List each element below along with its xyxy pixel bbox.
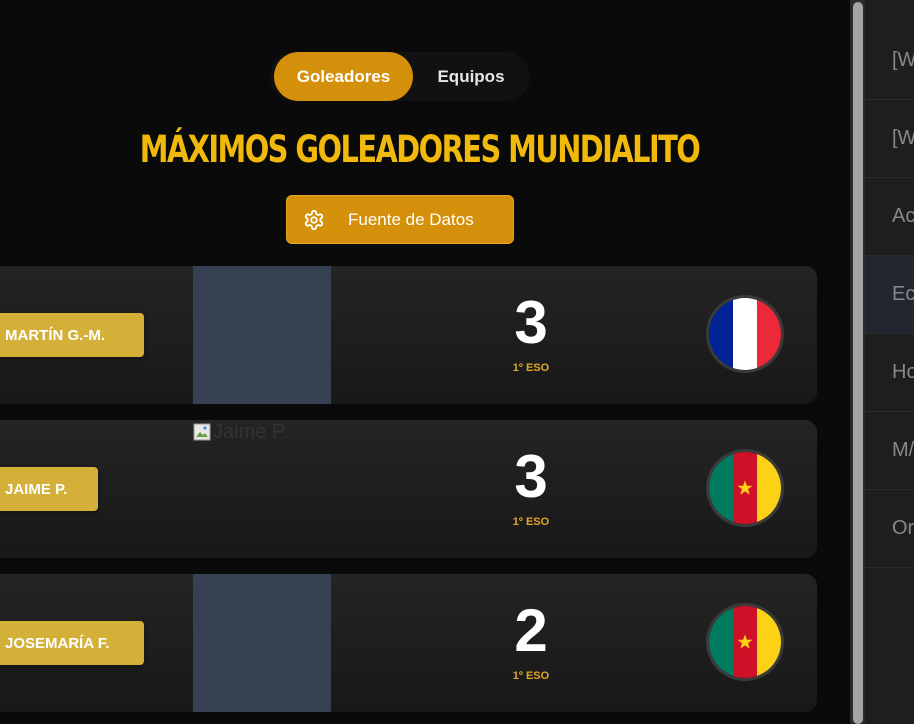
vertical-scrollbar[interactable]: [850, 0, 865, 724]
view-tabs: Goleadores Equipos: [270, 52, 530, 101]
player-photo-broken: Jaime P.: [193, 420, 333, 444]
side-item[interactable]: [W: [865, 100, 914, 178]
data-source-button[interactable]: Fuente de Datos: [286, 195, 514, 244]
side-item[interactable]: Ec: [865, 256, 914, 334]
goal-count: 3: [514, 443, 548, 510]
player-grade: 1º ESO: [512, 670, 550, 682]
goal-count: 2: [514, 597, 548, 664]
cameroon-flag-icon: [706, 603, 784, 681]
scorer-card: JOSEMARÍA F. 2 1º ESO: [0, 574, 817, 712]
cameroon-flag-icon: [706, 449, 784, 527]
data-source-label: Fuente de Datos: [348, 210, 474, 229]
app-window: Goleadores Equipos MÁXIMOS GOLEADORES MU…: [0, 0, 914, 724]
player-grade: 1º ESO: [512, 516, 550, 528]
photo-alt-text: Jaime P.: [213, 420, 289, 443]
player-name-tag: JOSEMARÍA F.: [0, 621, 144, 665]
player-grade: 1º ESO: [512, 362, 550, 374]
side-item[interactable]: Ac: [865, 178, 914, 256]
scorer-card: JAIME P. Jaime P. 3 1º ESO: [0, 420, 817, 558]
player-photo: [193, 574, 331, 712]
player-photo: [193, 266, 331, 404]
scrollbar-thumb[interactable]: [853, 2, 863, 724]
scorer-card: MARTÍN G.-M. 3 1º ESO: [0, 266, 817, 404]
france-flag-icon: [706, 295, 784, 373]
scorers-panel: Goleadores Equipos MÁXIMOS GOLEADORES MU…: [0, 0, 850, 724]
broken-image-icon: [193, 423, 211, 441]
tab-goleadores[interactable]: Goleadores: [274, 52, 413, 101]
gear-icon: [304, 209, 324, 231]
player-name-tag: MARTÍN G.-M.: [0, 313, 144, 357]
side-item[interactable]: Or: [865, 490, 914, 568]
side-item[interactable]: Ho: [865, 334, 914, 412]
goal-count: 3: [514, 289, 548, 356]
page-title: MÁXIMOS GOLEADORES MUNDIALITO: [139, 128, 701, 171]
tab-equipos[interactable]: Equipos: [418, 52, 524, 101]
player-name-tag: JAIME P.: [0, 467, 98, 511]
side-panel: [W [W Ac Ec Ho M/ Or: [865, 0, 914, 724]
side-item[interactable]: M/: [865, 412, 914, 490]
side-item[interactable]: [W: [865, 22, 914, 100]
